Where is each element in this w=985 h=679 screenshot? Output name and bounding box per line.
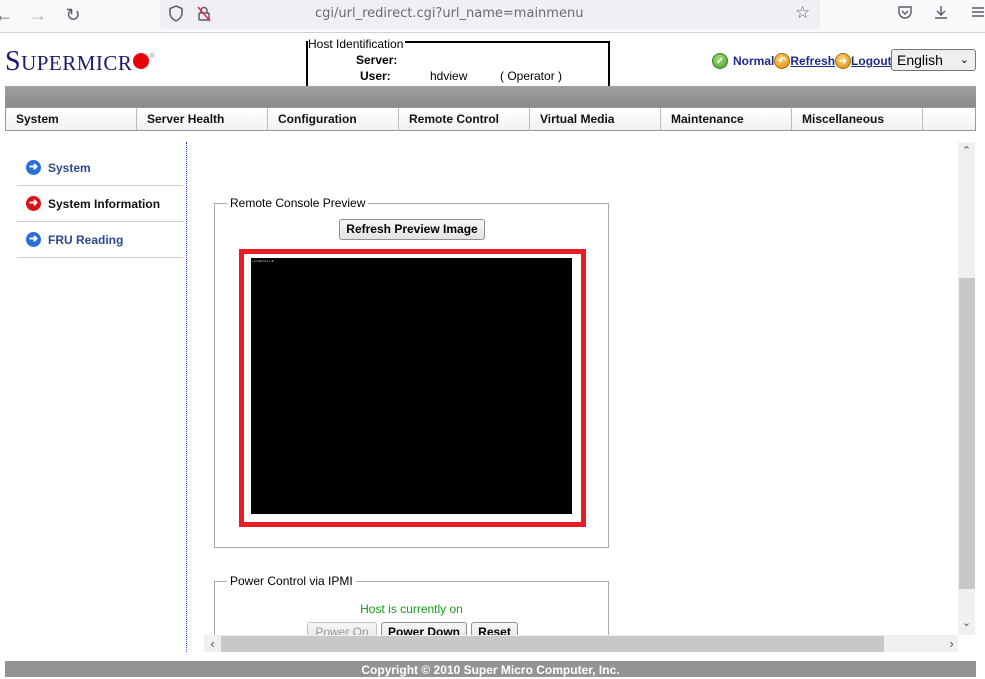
- sidebar-item-label: FRU Reading: [48, 232, 124, 247]
- remote-console-preview-panel: Remote Console Preview Refresh Preview I…: [214, 196, 609, 548]
- header-band: [5, 86, 976, 107]
- refresh-icon[interactable]: ↶: [774, 53, 791, 69]
- logout-icon[interactable]: ➜: [835, 53, 852, 69]
- preview-highlight-frame: root@host:~# _: [239, 249, 586, 527]
- arrow-right-icon: ➜: [26, 160, 41, 175]
- forward-icon[interactable]: →: [28, 5, 48, 25]
- insecure-lock-icon[interactable]: [196, 5, 212, 26]
- arrow-right-icon: ➜: [26, 232, 41, 247]
- menu-server-health[interactable]: Server Health: [137, 108, 268, 130]
- horizontal-scroll-thumb[interactable]: [221, 636, 884, 652]
- horizontal-scrollbar[interactable]: ‹ ›: [204, 635, 958, 652]
- scroll-right-icon[interactable]: ›: [943, 636, 960, 651]
- console-preview-image[interactable]: root@host:~# _: [251, 258, 572, 514]
- status-links: ✓ Normal ↶ Refresh ➜ Logout: [712, 51, 892, 71]
- menu-miscellaneous[interactable]: Miscellaneous: [792, 108, 923, 130]
- sidebar: ➜ System ➜ System Information ➜ FRU Read…: [17, 150, 183, 258]
- server-label: Server:: [356, 53, 398, 67]
- power-on-button[interactable]: Power On: [307, 622, 377, 635]
- browser-toolbar: ← → ↻ cgi/url_redirect.cgi?url_name=main…: [0, 0, 985, 33]
- menu-remote-control[interactable]: Remote Control: [399, 108, 530, 130]
- logo-dot: [133, 53, 150, 69]
- sidebar-item-system-information[interactable]: ➜ System Information: [17, 186, 183, 222]
- user-value: hdview: [430, 69, 468, 83]
- bookmark-star-icon[interactable]: ☆: [795, 3, 810, 23]
- power-control-legend: Power Control via IPMI: [227, 574, 356, 588]
- scroll-up-icon[interactable]: ⌃: [958, 144, 975, 157]
- url-text[interactable]: cgi/url_redirect.cgi?url_name=mainmenu: [315, 6, 583, 21]
- pocket-icon[interactable]: [897, 4, 913, 25]
- menu-icon[interactable]: [970, 4, 985, 25]
- scroll-left-icon[interactable]: ‹: [204, 636, 221, 651]
- refresh-link[interactable]: Refresh: [790, 54, 835, 68]
- scroll-down-icon[interactable]: ⌄: [958, 616, 975, 629]
- menu-system[interactable]: System: [6, 108, 137, 130]
- vertical-scrollbar[interactable]: ⌃ ⌄: [958, 142, 975, 635]
- console-text: root@host:~# _: [252, 259, 278, 263]
- logout-link[interactable]: Logout: [851, 54, 892, 68]
- power-down-button[interactable]: Power Down: [381, 622, 467, 635]
- supermicro-logo: SUPERMICR ®: [5, 46, 156, 77]
- language-selected: English: [897, 52, 943, 68]
- registered-mark: ®: [149, 53, 156, 60]
- chevron-down-icon: ⌄: [959, 54, 969, 66]
- refresh-preview-button[interactable]: Refresh Preview Image: [339, 219, 485, 240]
- language-select[interactable]: English ⌄: [891, 49, 976, 71]
- check-icon: ✓: [712, 53, 728, 69]
- menu-maintenance[interactable]: Maintenance: [661, 108, 792, 130]
- user-role: ( Operator ): [500, 69, 563, 83]
- back-icon[interactable]: ←: [0, 5, 14, 25]
- host-identification-legend: Host Identification: [308, 37, 406, 51]
- main-menu: System Server Health Configuration Remot…: [5, 107, 976, 131]
- vertical-scroll-thumb[interactable]: [959, 278, 975, 589]
- footer-copyright: Copyright © 2010 Super Micro Computer, I…: [5, 661, 976, 677]
- sidebar-item-fru-reading[interactable]: ➜ FRU Reading: [17, 222, 183, 258]
- menu-configuration[interactable]: Configuration: [268, 108, 399, 130]
- host-status: Host is currently on: [360, 602, 463, 616]
- status-normal: Normal: [733, 54, 775, 68]
- menu-empty: [923, 108, 975, 130]
- content-area: Remote Console Preview Refresh Preview I…: [187, 142, 958, 635]
- reset-button[interactable]: Reset: [471, 622, 518, 635]
- reload-icon[interactable]: ↻: [63, 5, 83, 25]
- user-label: User:: [360, 69, 391, 83]
- arrow-right-icon: ➜: [26, 196, 41, 211]
- sidebar-item-system[interactable]: ➜ System: [17, 150, 183, 186]
- shield-icon[interactable]: [168, 5, 184, 26]
- power-control-panel: Power Control via IPMI Host is currently…: [214, 574, 609, 635]
- url-bar[interactable]: cgi/url_redirect.cgi?url_name=mainmenu ☆: [160, 0, 820, 29]
- download-icon[interactable]: [933, 4, 949, 25]
- host-identification: Host Identification Server: User: hdview…: [306, 37, 610, 86]
- remote-console-preview-legend: Remote Console Preview: [227, 196, 369, 210]
- sidebar-item-label: System Information: [48, 196, 161, 211]
- sidebar-item-label: System: [48, 160, 91, 175]
- menu-virtual-media[interactable]: Virtual Media: [530, 108, 661, 130]
